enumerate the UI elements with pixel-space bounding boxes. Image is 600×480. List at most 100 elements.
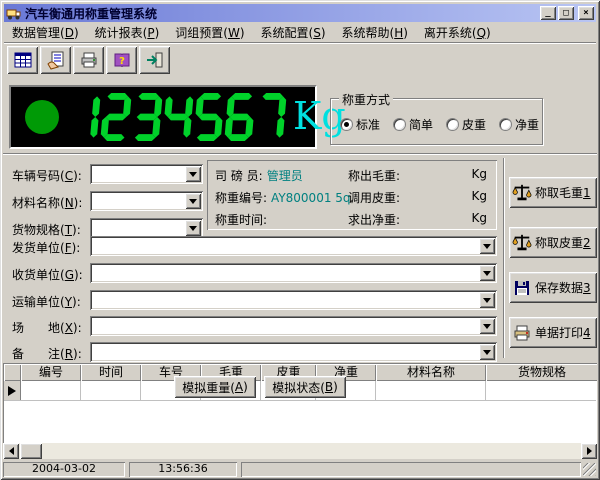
report-toolbar-button[interactable] bbox=[40, 46, 71, 74]
weigh-tare-button[interactable]: 称取皮重2 bbox=[509, 227, 597, 258]
receiver-unit-label: 收货单位(G): bbox=[12, 266, 83, 283]
chevron-down-icon[interactable] bbox=[479, 292, 495, 308]
simulate-status-button[interactable]: 模拟状态(B) bbox=[264, 376, 346, 398]
minimize-button[interactable]: _ bbox=[540, 6, 556, 20]
button-label: 称取皮重2 bbox=[535, 234, 591, 251]
menu-data-management[interactable]: 数据管理(D) bbox=[4, 22, 87, 43]
weigh-no-value: AY800001 5q bbox=[271, 191, 350, 205]
maximize-button[interactable]: □ bbox=[558, 6, 574, 20]
weigh-mode-tare[interactable]: 皮重 bbox=[447, 116, 486, 133]
material-name-label: 材料名称(N): bbox=[12, 194, 82, 211]
sender-unit-label: 发货单位(F): bbox=[12, 239, 80, 256]
radio-label: 净重 bbox=[515, 116, 539, 133]
site-combo[interactable] bbox=[90, 316, 497, 336]
weigh-mode-group: 称重方式 标准 简单 皮重 净重 bbox=[330, 98, 543, 145]
weigh-mode-standard[interactable]: 标准 bbox=[341, 116, 380, 133]
scrollbar-thumb[interactable] bbox=[20, 443, 42, 459]
column-header: 编号 bbox=[21, 364, 81, 381]
table-cell bbox=[376, 381, 486, 400]
title-bar: 汽车衡通用称重管理系统 _ □ × bbox=[4, 4, 596, 22]
print-toolbar-button[interactable] bbox=[73, 46, 104, 74]
menu-system-config[interactable]: 系统配置(S) bbox=[253, 22, 334, 43]
print-receipt-button[interactable]: 单据打印4 bbox=[509, 317, 597, 348]
weigh-gross-button[interactable]: 称取毛重1 bbox=[509, 177, 597, 208]
radio-label: 标准 bbox=[356, 116, 380, 133]
floppy-icon bbox=[512, 278, 532, 298]
scale-icon bbox=[512, 233, 532, 253]
column-header: 货物规格 bbox=[486, 364, 597, 381]
chevron-down-icon[interactable] bbox=[185, 193, 201, 209]
menu-exit-system[interactable]: 离开系统(Q) bbox=[416, 22, 499, 43]
material-name-combo[interactable] bbox=[90, 191, 203, 211]
status-date: 2004-03-02 bbox=[3, 462, 125, 477]
column-header: 时间 bbox=[81, 364, 141, 381]
exit-toolbar-button[interactable] bbox=[139, 46, 170, 74]
printer-icon bbox=[512, 323, 532, 343]
weigh-mode-net[interactable]: 净重 bbox=[500, 116, 539, 133]
weigh-mode-options: 标准 简单 皮重 净重 bbox=[341, 116, 538, 133]
button-label: 称取毛重1 bbox=[535, 184, 591, 201]
column-header: 材料名称 bbox=[376, 364, 486, 381]
led-weight-display: Kg bbox=[9, 85, 317, 149]
column-header bbox=[4, 364, 21, 381]
receiver-unit-combo[interactable] bbox=[90, 263, 497, 283]
save-data-button[interactable]: 保存数据3 bbox=[509, 272, 597, 303]
weigh-info-panel: 司 磅 员:管理员 称出毛重: Kg 称重编号:AY800001 5q 调用皮重… bbox=[207, 160, 497, 230]
scroll-right-arrow-icon[interactable] bbox=[581, 443, 597, 459]
gross-weight-label: 称出毛重: bbox=[348, 167, 400, 184]
report-icon bbox=[46, 50, 66, 70]
net-weight-label: 求出净重: bbox=[348, 211, 400, 228]
help-toolbar-button[interactable]: ? bbox=[106, 46, 137, 74]
vehicle-number-label: 车辆号码(C): bbox=[12, 167, 82, 184]
remark-combo[interactable] bbox=[90, 342, 497, 362]
sender-unit-combo[interactable] bbox=[90, 236, 497, 256]
weigh-no-label: 称重编号: bbox=[215, 191, 267, 205]
chevron-down-icon[interactable] bbox=[185, 166, 201, 182]
menu-phrase-preset[interactable]: 词组预置(W) bbox=[167, 22, 252, 43]
chevron-down-icon[interactable] bbox=[479, 238, 495, 254]
tare-weight-label: 调用皮重: bbox=[348, 189, 400, 206]
button-label: 保存数据3 bbox=[535, 279, 591, 296]
weigh-mode-simple[interactable]: 简单 bbox=[394, 116, 433, 133]
chevron-down-icon[interactable] bbox=[479, 318, 495, 334]
records-table[interactable]: 编号 时间 车号 毛重 皮重 净重 材料名称 货物规格 bbox=[3, 363, 597, 443]
horizontal-separator bbox=[3, 153, 597, 155]
horizontal-scrollbar[interactable] bbox=[3, 443, 597, 459]
goods-spec-combo[interactable] bbox=[90, 218, 203, 238]
data-grid-toolbar-button[interactable] bbox=[7, 46, 38, 74]
exit-icon bbox=[145, 50, 165, 70]
site-label: 场 地(X): bbox=[12, 319, 82, 336]
menu-statistic-report[interactable]: 统计报表(P) bbox=[87, 22, 168, 43]
toolbar: ? bbox=[4, 42, 596, 76]
data-grid-icon bbox=[13, 50, 33, 70]
chevron-down-icon[interactable] bbox=[479, 344, 495, 360]
weigh-mode-title: 称重方式 bbox=[339, 91, 393, 108]
table-cell bbox=[486, 381, 597, 400]
status-message bbox=[241, 462, 581, 477]
led-digits bbox=[69, 93, 287, 141]
app-window: 汽车衡通用称重管理系统 _ □ × 数据管理(D) 统计报表(P) 词组预置(W… bbox=[0, 0, 600, 480]
gross-weight-unit: Kg bbox=[472, 167, 488, 181]
status-time: 13:56:36 bbox=[129, 462, 237, 477]
menu-system-help[interactable]: 系统帮助(H) bbox=[334, 22, 416, 43]
table-cell bbox=[81, 381, 141, 400]
resize-grip[interactable] bbox=[583, 463, 596, 476]
radio-icon bbox=[341, 119, 352, 130]
scroll-left-arrow-icon[interactable] bbox=[3, 443, 19, 459]
simulate-weight-button[interactable]: 模拟重量(A) bbox=[174, 376, 256, 398]
vehicle-number-combo[interactable] bbox=[90, 164, 203, 184]
close-button[interactable]: × bbox=[578, 6, 594, 20]
table-cell bbox=[21, 381, 81, 400]
window-title: 汽车衡通用称重管理系统 bbox=[25, 5, 538, 22]
chevron-down-icon[interactable] bbox=[479, 265, 495, 281]
transport-unit-combo[interactable] bbox=[90, 290, 497, 310]
net-weight-unit: Kg bbox=[472, 211, 488, 225]
truck-scale-icon bbox=[6, 5, 22, 21]
help-book-icon: ? bbox=[112, 50, 132, 70]
current-row-indicator bbox=[4, 381, 21, 400]
led-indicator-dot-icon bbox=[25, 100, 59, 134]
operator-label: 司 磅 员: bbox=[215, 169, 263, 183]
chevron-down-icon[interactable] bbox=[185, 220, 201, 236]
radio-icon bbox=[394, 119, 405, 130]
vertical-separator bbox=[503, 158, 505, 358]
